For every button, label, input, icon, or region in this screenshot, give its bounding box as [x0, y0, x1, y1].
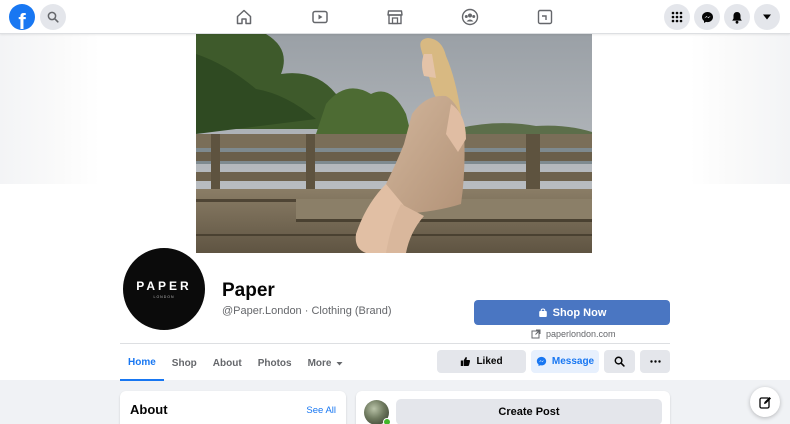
avatar-subtext: LONDON — [153, 295, 175, 299]
account-menu-button[interactable] — [754, 4, 780, 30]
more-options-button[interactable] — [640, 350, 670, 373]
cover-side-shade-right — [690, 34, 790, 184]
search-icon — [614, 356, 625, 367]
top-navigation-bar: f — [0, 0, 790, 34]
header-divider — [120, 343, 670, 344]
messenger-icon — [701, 11, 713, 23]
page-tabs: Home Shop About Photos More — [120, 345, 352, 381]
page-subtitle: @Paper.London · Clothing (Brand) — [222, 305, 392, 317]
external-link-icon — [531, 329, 541, 339]
messenger-icon — [536, 356, 547, 367]
website-link-label: paperlondon.com — [546, 329, 616, 339]
new-message-button[interactable] — [750, 387, 780, 417]
online-status-dot — [383, 418, 391, 424]
groups-icon — [461, 8, 479, 26]
facebook-logo-letter: f — [18, 9, 26, 31]
more-options-icon — [649, 360, 661, 363]
shop-now-label: Shop Now — [552, 306, 607, 319]
marketplace-icon — [387, 10, 403, 25]
gaming-icon — [537, 9, 553, 25]
notifications-icon — [732, 11, 742, 24]
compose-icon — [758, 396, 771, 409]
liked-button[interactable]: Liked — [437, 350, 526, 373]
create-post-card: Create Post — [356, 391, 670, 424]
page-title: Paper — [222, 280, 275, 301]
tab-home[interactable]: Home — [120, 345, 164, 381]
shop-now-button[interactable]: Shop Now — [474, 300, 670, 325]
tab-about[interactable]: About — [205, 345, 250, 381]
facebook-logo[interactable]: f — [9, 4, 35, 30]
cover-photo[interactable] — [196, 34, 592, 253]
nav-gaming[interactable] — [535, 7, 555, 27]
search-page-button[interactable] — [604, 350, 635, 373]
tab-more[interactable]: More — [300, 345, 353, 381]
search-icon — [47, 11, 59, 23]
create-post-button[interactable]: Create Post — [396, 399, 662, 424]
liked-label: Liked — [476, 356, 503, 367]
about-card: About See All — [120, 391, 346, 424]
cover-photo-image — [196, 34, 592, 253]
nav-marketplace[interactable] — [385, 7, 405, 27]
see-all-link[interactable]: See All — [306, 405, 336, 416]
messenger-button[interactable] — [694, 4, 720, 30]
tab-photos[interactable]: Photos — [250, 345, 300, 381]
tab-shop[interactable]: Shop — [164, 345, 205, 381]
cover-side-shade-left — [0, 34, 100, 184]
caret-down-icon — [336, 361, 343, 365]
nav-home[interactable] — [234, 7, 254, 27]
thumbs-up-icon — [461, 356, 471, 366]
about-card-title: About — [130, 402, 168, 417]
notifications-button[interactable] — [724, 4, 750, 30]
nav-groups[interactable] — [460, 7, 480, 27]
nav-watch[interactable] — [310, 7, 330, 27]
apps-menu-button[interactable] — [664, 4, 690, 30]
page-avatar[interactable]: PAPER LONDON — [120, 245, 208, 333]
search-button[interactable] — [40, 4, 66, 30]
apps-grid-icon — [671, 11, 683, 23]
home-icon — [236, 9, 252, 25]
avatar-brand-text: PAPER — [136, 279, 192, 293]
account-menu-icon — [763, 14, 771, 20]
message-button[interactable]: Message — [531, 350, 599, 373]
shopping-bag-icon — [538, 307, 547, 317]
message-label: Message — [551, 356, 595, 367]
website-link[interactable]: paperlondon.com — [531, 329, 616, 339]
tab-more-label: More — [307, 357, 332, 369]
watch-icon — [312, 10, 328, 24]
